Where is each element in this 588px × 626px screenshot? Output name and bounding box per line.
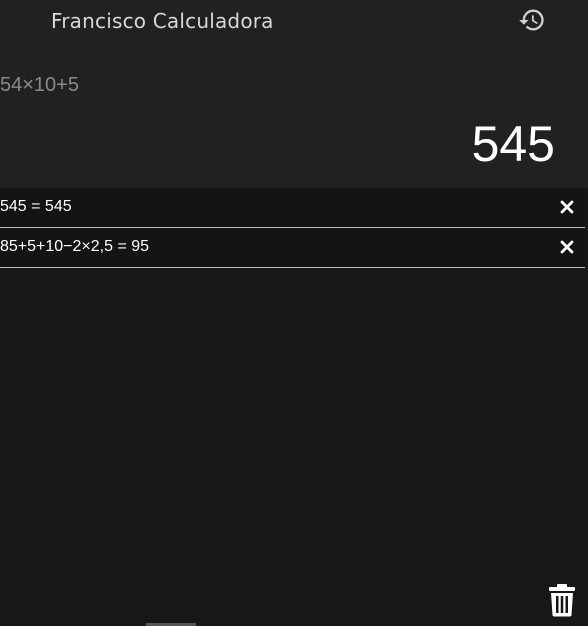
close-icon xyxy=(559,199,575,215)
delete-history-item-button[interactable] xyxy=(559,239,575,255)
calculator-app: Francisco Calculadora 54×10+5 545 545 = … xyxy=(0,0,588,626)
history-button[interactable] xyxy=(518,6,546,34)
history-icon xyxy=(518,6,546,34)
history-list: 545 = 545 85+5+10−2×2,5 = 95 xyxy=(0,188,585,268)
result-display: 545 xyxy=(471,116,555,172)
clear-history-button[interactable] xyxy=(548,583,576,617)
history-item[interactable]: 85+5+10−2×2,5 = 95 xyxy=(0,228,585,268)
delete-history-item-button[interactable] xyxy=(559,199,575,215)
history-item-text: 85+5+10−2×2,5 = 95 xyxy=(0,238,150,255)
expression-display: 54×10+5 xyxy=(0,74,79,96)
trash-icon xyxy=(548,583,576,617)
close-icon xyxy=(559,239,575,255)
display-panel: Francisco Calculadora 54×10+5 545 xyxy=(0,0,588,188)
history-item-text: 545 = 545 xyxy=(0,198,72,215)
app-title: Francisco Calculadora xyxy=(51,9,274,33)
history-item[interactable]: 545 = 545 xyxy=(0,188,585,228)
